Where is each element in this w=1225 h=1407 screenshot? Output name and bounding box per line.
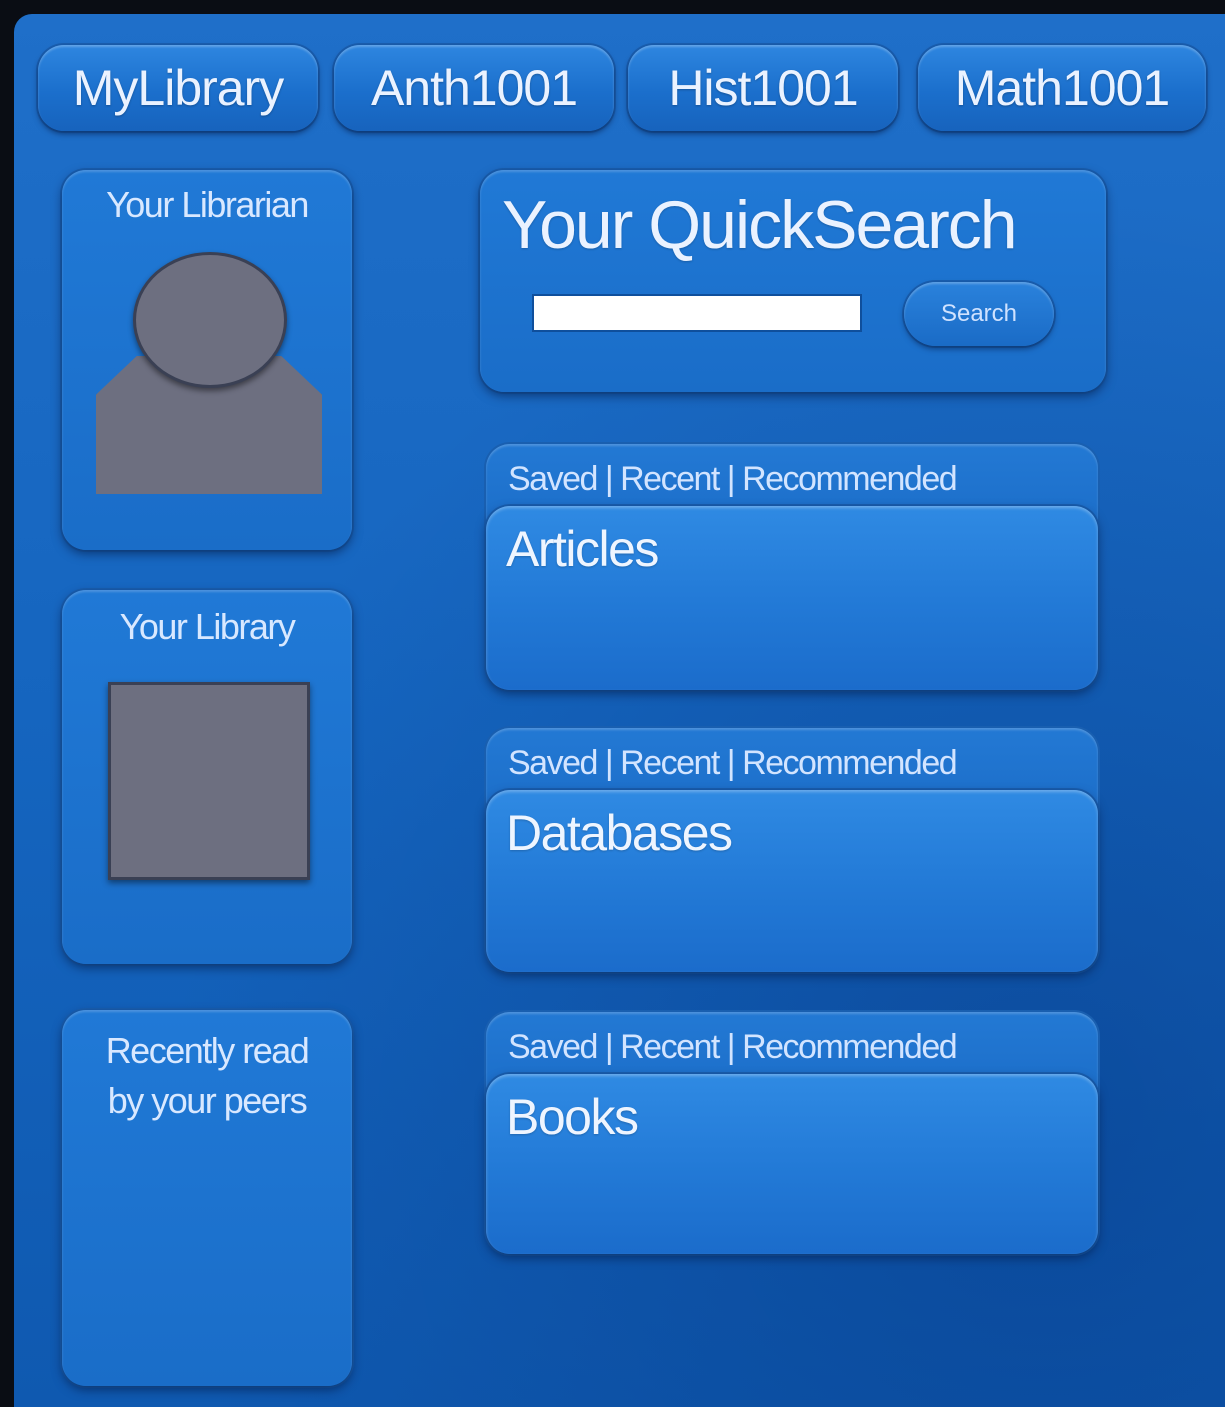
peers-title: Recently read by your peers: [62, 1026, 352, 1126]
tab-math1001[interactable]: Math1001: [918, 45, 1206, 131]
databases-body[interactable]: Databases: [486, 790, 1098, 972]
tab-anth1001[interactable]: Anth1001: [334, 45, 614, 131]
librarian-title: Your Librarian: [106, 184, 309, 225]
search-input[interactable]: [532, 294, 862, 332]
articles-section: Saved | Recent | Recommended Articles: [486, 444, 1098, 690]
peers-title-line1: Recently read: [105, 1030, 310, 1071]
articles-filter-links[interactable]: Saved | Recent | Recommended: [508, 460, 958, 499]
books-body[interactable]: Books: [486, 1074, 1098, 1254]
books-section: Saved | Recent | Recommended Books: [486, 1012, 1098, 1254]
peers-title-line2: by your peers: [107, 1080, 308, 1121]
databases-title: Databases: [506, 805, 733, 861]
tab-hist1001[interactable]: Hist1001: [628, 45, 898, 131]
quicksearch-title: Your QuickSearch: [502, 187, 1018, 263]
databases-section: Saved | Recent | Recommended Databases: [486, 728, 1098, 972]
library-title: Your Library: [119, 606, 296, 647]
tab-mylibrary[interactable]: MyLibrary: [38, 45, 318, 131]
avatar-head: [133, 252, 287, 388]
books-filter-links[interactable]: Saved | Recent | Recommended: [508, 1028, 958, 1067]
librarian-panel[interactable]: Your Librarian: [62, 170, 352, 550]
peers-panel[interactable]: Recently read by your peers: [62, 1010, 352, 1386]
search-button[interactable]: Search: [904, 282, 1054, 346]
books-title: Books: [506, 1089, 639, 1145]
quicksearch-panel: Your QuickSearch Search: [480, 170, 1106, 392]
articles-title: Articles: [506, 521, 659, 577]
articles-body[interactable]: Articles: [486, 506, 1098, 690]
library-panel[interactable]: Your Library: [62, 590, 352, 964]
library-book-icon: [108, 682, 310, 880]
databases-filter-links[interactable]: Saved | Recent | Recommended: [508, 744, 958, 783]
app-frame: MyLibrary Anth1001 Hist1001 Math1001 You…: [14, 14, 1225, 1407]
